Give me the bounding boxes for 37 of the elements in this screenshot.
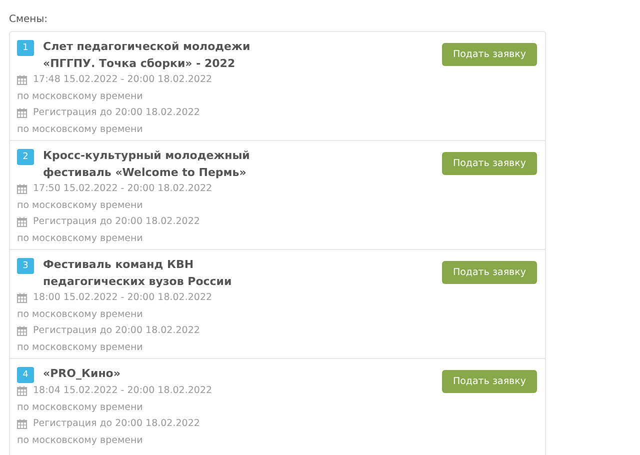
calendar-icon: [17, 419, 27, 430]
timezone-note: по московскому времени: [17, 90, 144, 104]
calendar-icon: [17, 293, 27, 304]
calendar-icon: [17, 75, 27, 86]
timezone-note: по московскому времени: [17, 340, 144, 354]
number-badge: 4: [17, 367, 34, 383]
calendar-icon: [17, 108, 27, 118]
shift-period: 18:04 15.02.2022 - 20:00 18.02.2022: [33, 384, 212, 398]
timezone-note: по московскому времени: [17, 198, 144, 212]
shift-title: Фестиваль команд КВН педагогических вузов России: [43, 257, 232, 290]
timezone-note: по московскому времени: [17, 232, 144, 246]
shift-title: Кросс-культурный молодежный фестиваль «Welcome to Пермь»: [43, 148, 250, 180]
apply-button[interactable]: Подать заявку: [442, 43, 537, 66]
shift-period: 18:00 15.02.2022 - 20:00 18.02.2022: [33, 291, 212, 305]
apply-button[interactable]: Подать заявку: [442, 152, 537, 175]
apply-button[interactable]: Подать заявку: [442, 261, 537, 284]
shift-title: «PRO_Кино»: [43, 366, 120, 382]
section-label: Смены:: [9, 14, 48, 25]
timezone-note: по московскому времени: [17, 400, 144, 414]
registration-deadline: Регистрация до 20:00 18.02.2022: [33, 324, 200, 338]
registration-deadline: Регистрация до 20:00 18.02.2022: [33, 417, 200, 431]
calendar-icon: [17, 184, 27, 194]
number-badge: 3: [17, 258, 34, 274]
registration-deadline: Регистрация до 20:00 18.02.2022: [33, 106, 200, 120]
shift-title: Слет педагогической молодежи «ПГГПУ. Точка сборки» - 2022: [43, 39, 250, 72]
calendar-icon: [17, 386, 27, 396]
shift-period: 17:48 15.02.2022 - 20:00 18.02.2022: [33, 73, 212, 87]
number-badge: 2: [17, 149, 34, 165]
apply-button[interactable]: Подать заявку: [442, 370, 537, 393]
timezone-note: по московскому времени: [17, 122, 144, 136]
timezone-note: по московскому времени: [17, 308, 144, 322]
calendar-icon: [17, 326, 27, 336]
calendar-icon: [17, 217, 27, 228]
timezone-note: по московскому времени: [17, 434, 144, 448]
number-badge: 1: [17, 40, 34, 56]
shift-period: 17:50 15.02.2022 - 20:00 18.02.2022: [33, 182, 212, 196]
registration-deadline: Регистрация до 20:00 18.02.2022: [33, 215, 200, 229]
